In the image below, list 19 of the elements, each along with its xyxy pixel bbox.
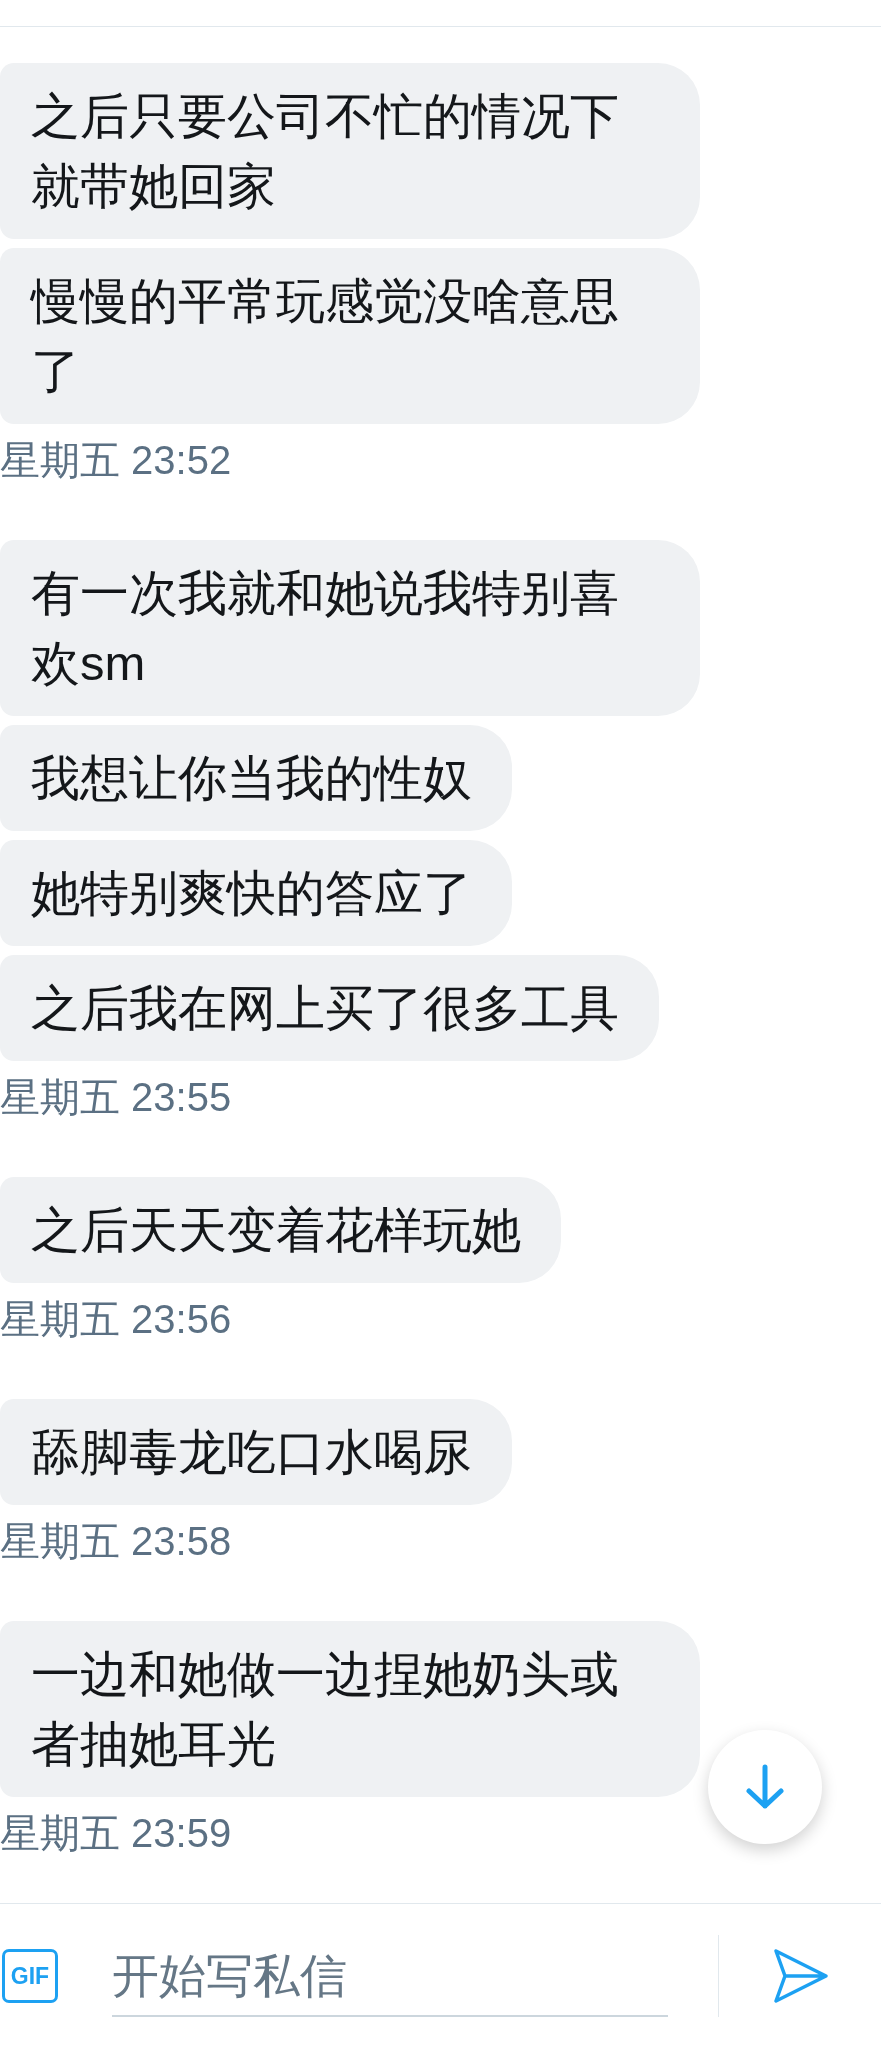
message-timestamp: 星期五 23:59 (0, 1810, 232, 1857)
message-bubble: 舔脚毒龙吃口水喝尿 (0, 1399, 512, 1505)
message-timestamp: 星期五 23:58 (0, 1518, 232, 1565)
message-bubble: 一边和她做一边捏她奶头或者抽她耳光 (0, 1621, 700, 1797)
message-bubble: 我想让你当我的性奴 (0, 725, 512, 831)
gif-button[interactable]: GIF (2, 1949, 58, 2003)
arrow-down-icon (745, 1764, 785, 1810)
message-timestamp: 星期五 23:56 (0, 1296, 232, 1343)
message-bubble: 之后我在网上买了很多工具 (0, 955, 659, 1061)
message-timestamp: 星期五 23:55 (0, 1074, 232, 1121)
message-timestamp: 星期五 23:52 (0, 437, 232, 484)
send-button[interactable] (773, 1948, 829, 2004)
message-input[interactable]: 开始写私信 (112, 1935, 668, 2017)
message-bubble: 之后天天变着花样玩她 (0, 1177, 561, 1283)
send-icon (773, 1948, 829, 2004)
message-bubble: 有一次我就和她说我特别喜欢sm (0, 540, 700, 716)
message-bubble: 慢慢的平常玩感觉没啥意思了 (0, 248, 700, 424)
message-bubble: 之后只要公司不忙的情况下就带她回家 (0, 63, 700, 239)
message-bubble: 她特别爽快的答应了 (0, 840, 512, 946)
